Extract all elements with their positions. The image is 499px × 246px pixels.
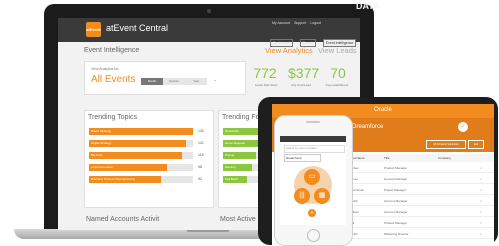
phone-screen: Search by event or location Dreamforce ▭… [280, 136, 346, 225]
stat-avg-leads-label: Avg Leads/Event [325, 83, 349, 87]
stat-cost-value: $377 [288, 65, 320, 81]
topic-bar-count: 116 [198, 153, 204, 157]
topic-bar-label: Big Data [91, 153, 103, 157]
col-title: Title [384, 156, 390, 160]
trending-topics-panel: Trending Topics Brand Strategy 130 Digital… [84, 110, 214, 208]
search-icon[interactable]: ⌕ [480, 166, 482, 170]
search-icon[interactable]: ⌕ [480, 221, 482, 225]
phone-event-select[interactable]: Dreamforce [284, 154, 321, 162]
follow-bar-label: Demo Request [225, 141, 246, 145]
topic-bar-row: Brand Strategy 130 [89, 128, 204, 135]
top-links: My Account Support Logout [272, 21, 324, 25]
table-cell: Marketing Director [384, 232, 409, 236]
range-toggle: Month Quarter Year [141, 78, 207, 85]
laptop-camera [207, 9, 211, 13]
stat-avg-leads-value: 70 [330, 65, 346, 81]
search-icon[interactable]: ⌕ [480, 177, 482, 181]
trending-topics-bars: Brand Strategy 130 Digital Strategy 121 Big … [89, 128, 209, 198]
select-label: View Analytics for: [91, 67, 120, 71]
follow-bar-label: Pricing [225, 153, 235, 157]
logout-link[interactable]: Logout [310, 21, 321, 25]
table-cell: Project Manager [384, 188, 407, 192]
phone-status-bar [280, 136, 346, 142]
add-icon[interactable]: + [308, 209, 316, 217]
stat-leads: 772 Leads Submitted [249, 61, 289, 93]
topic-bar-row: Big Data 116 [89, 152, 204, 159]
named-accounts-title: Named Accounts Activit [86, 216, 160, 223]
range-month-button[interactable]: Month [141, 78, 163, 85]
chevron-down-icon[interactable]: ⌄ [213, 77, 217, 83]
topic-bar-row: Lead Generation 98 [89, 164, 202, 171]
table-cell: Account Manager [384, 199, 408, 203]
follow-bar-label: Meeting [225, 165, 236, 169]
phone-speaker [306, 121, 320, 123]
view-analytics-link[interactable]: View Analytics [265, 46, 313, 55]
table-cell: Product Manager [384, 166, 408, 170]
my-account-link[interactable]: My Account [272, 21, 290, 25]
edit-button[interactable]: Edit [468, 140, 484, 149]
follow-bar-label: Newsletter [225, 129, 240, 133]
topic-bar-label: Business Process Reengineering [91, 177, 136, 181]
trending-topics-title: Trending Topics [88, 114, 138, 121]
phone-search-input[interactable]: Search by event or location [284, 145, 345, 153]
range-quarter-button[interactable]: Quarter [163, 78, 185, 85]
topic-bar-count: 130 [198, 129, 204, 133]
app-logo[interactable]: atEvent [86, 22, 101, 37]
table-cell: Account Manager [384, 210, 408, 214]
view-leads-link[interactable]: View Leads [318, 46, 357, 55]
topic-bar-row: Business Process Reengineering 92 [89, 176, 202, 183]
table-cell: Product Manager [384, 221, 408, 225]
stat-cost-label: Avg Cost/Lead [291, 83, 311, 87]
topic-bar-count: 98 [198, 165, 202, 169]
follow-bar-label: Call Back [225, 177, 238, 181]
badge-scan-icon[interactable]: ▭ [304, 169, 320, 185]
topic-bar-label: Digital Strategy [91, 141, 112, 145]
search-icon[interactable]: ⌕ [480, 210, 482, 214]
search-icon[interactable]: ⌕ [480, 199, 482, 203]
topic-bar-row: Digital Strategy 121 [89, 140, 204, 147]
stat-leads-value: 772 [253, 65, 277, 81]
search-icon[interactable]: ⌕ [480, 188, 482, 192]
analytics-filter-panel: View Analytics for: All Events Month Qua… [84, 61, 246, 95]
qr-code-icon[interactable]: ▦ [314, 188, 330, 204]
phone-home-button[interactable] [307, 229, 320, 242]
topic-bar-count: 92 [198, 177, 202, 181]
topic-bar-label: Brand Strategy [91, 129, 112, 133]
app-title: atEvent Central [106, 23, 169, 33]
stat-avg-leads: 70 Avg Leads/Event [320, 61, 360, 93]
watermark: DATA [356, 1, 380, 11]
stat-cost: $377 Avg Cost/Lead [284, 61, 324, 93]
barcode-icon[interactable]: ||| [294, 188, 310, 204]
tablet-event-title: Dreamforce [352, 124, 384, 130]
topic-bar-label: Lead Generation [91, 165, 114, 169]
tablet-header-title: Oracle [374, 107, 392, 113]
check-icon[interactable]: ✓ [458, 122, 468, 132]
range-year-button[interactable]: Year [185, 78, 207, 85]
col-company: Company [438, 156, 451, 160]
event-select[interactable]: All Events [91, 74, 135, 85]
event-intelligence-title: Event Intelligence [84, 47, 140, 54]
support-link[interactable]: Support [294, 21, 306, 25]
stat-leads-label: Leads Submitted [254, 83, 278, 87]
topic-bar-count: 121 [198, 141, 204, 145]
table-cell: General Manager [384, 177, 408, 181]
all-contacts-button[interactable]: All Contacts Submitted [426, 140, 466, 149]
search-icon[interactable]: ⌕ [480, 232, 482, 236]
